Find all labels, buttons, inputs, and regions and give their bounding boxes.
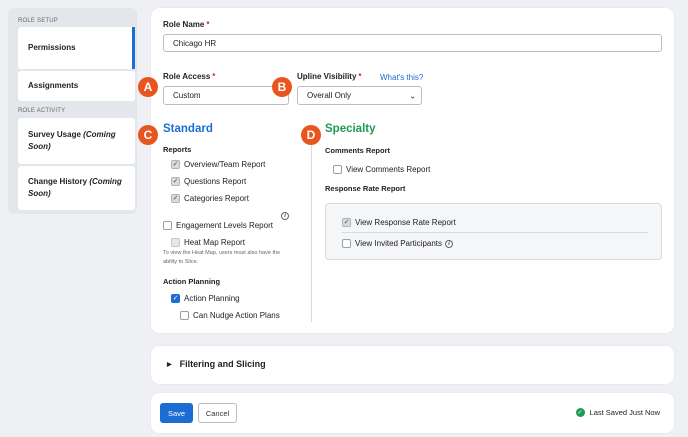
annotation-marker-a: A — [138, 77, 158, 97]
info-icon[interactable]: i — [281, 212, 289, 220]
categories-report-checkbox[interactable]: ✓ Categories Report — [171, 194, 249, 203]
view-response-rate-checkbox[interactable]: ✓ View Response Rate Report — [342, 218, 456, 227]
role-access-label: Role Access * — [163, 72, 216, 81]
save-status-text: Last Saved Just Now — [589, 408, 660, 417]
checkbox-label: Overview/Team Report — [184, 160, 266, 169]
questions-report-checkbox[interactable]: ✓ Questions Report — [171, 177, 246, 186]
cancel-button[interactable]: Cancel — [198, 403, 237, 423]
upline-visibility-label: Upline Visibility * — [297, 72, 362, 81]
checkbox-label: Questions Report — [184, 177, 247, 186]
info-icon[interactable]: i — [445, 239, 454, 248]
checkbox-unchecked-icon — [333, 165, 342, 174]
column-divider — [311, 132, 312, 322]
checkbox-checked-icon: ✓ — [342, 218, 351, 227]
heat-map-report-checkbox[interactable]: Heat Map Report — [171, 238, 245, 247]
annotation-marker-d: D — [301, 125, 321, 145]
checkbox-label: Action Planning — [184, 294, 240, 303]
footer-card: Save Cancel ✓ Last Saved Just Now — [151, 393, 674, 433]
annotation-marker-b: B — [272, 77, 292, 97]
sidebar-section-role-setup: ROLE SETUP — [18, 18, 59, 24]
response-rate-report-label: Response Rate Report — [325, 184, 406, 193]
checkbox-unchecked-icon — [342, 239, 351, 248]
overview-report-checkbox[interactable]: ✓ Overview/Team Report — [171, 160, 265, 169]
engagement-report-checkbox[interactable]: Engagement Levels Report — [163, 221, 273, 230]
action-planning-label: Action Planning — [163, 277, 221, 286]
active-indicator — [132, 27, 135, 69]
permissions-card: Role Name * Chicago HR Role Access * Custo… — [151, 8, 674, 333]
checkbox-disabled-icon — [171, 238, 180, 247]
save-button[interactable]: Save — [160, 403, 193, 423]
action-planning-checkbox[interactable]: ✓ Action Planning — [171, 294, 240, 303]
sidebar-item-assignments[interactable]: Assignments — [18, 71, 135, 101]
role-name-label: Role Name * — [163, 20, 210, 29]
checkbox-label: Engagement Levels Report — [176, 221, 273, 230]
sidebar-item-label: Change History (Coming Soon) — [28, 177, 122, 198]
role-name-input[interactable]: Chicago HR — [163, 34, 662, 52]
reports-label: Reports — [163, 145, 192, 154]
checkbox-label: Categories Report — [184, 194, 249, 203]
whats-this-link[interactable]: What's this? — [380, 73, 423, 82]
filtering-slicing-label: Filtering and Slicing — [179, 359, 266, 369]
sidebar-item-permissions[interactable]: Permissions — [18, 27, 135, 69]
panel-divider — [342, 232, 648, 233]
annotation-marker-c: C — [138, 125, 158, 145]
checkbox-checked-icon: ✓ — [171, 160, 180, 169]
comments-report-label: Comments Report — [325, 146, 391, 155]
chevron-down-icon: ⌄ — [409, 91, 416, 100]
checkbox-checked-icon: ✓ — [171, 194, 180, 203]
checkbox-label: Heat Map Report — [184, 238, 245, 247]
upline-visibility-value: Overall Only — [307, 91, 352, 100]
sidebar-item-change-history[interactable]: Change History (Coming Soon) — [18, 166, 135, 210]
filtering-slicing-card[interactable]: ▶ Filtering and Slicing — [151, 346, 674, 384]
role-access-input[interactable]: Custom — [163, 86, 289, 105]
sidebar-item-survey-usage[interactable]: Survey Usage (Coming Soon) — [18, 118, 135, 164]
role-sidebar: ROLE SETUP Permissions Assignments ROLE … — [8, 8, 137, 214]
response-rate-panel: ✓ View Response Rate Report View Invited … — [325, 203, 662, 260]
check-circle-icon: ✓ — [575, 408, 585, 417]
checkbox-checked-icon: ✓ — [171, 294, 180, 303]
checkbox-checked-icon: ✓ — [171, 177, 180, 186]
sidebar-item-label: Assignments — [28, 81, 79, 90]
sidebar-item-label: Survey Usage (Coming Soon) — [28, 130, 116, 151]
checkbox-unchecked-icon — [163, 221, 172, 230]
checkbox-label: View Invited Participants — [355, 239, 443, 248]
checkbox-unchecked-icon — [180, 311, 189, 320]
nudge-action-plans-checkbox[interactable]: Can Nudge Action Plans — [180, 311, 280, 320]
caret-right-icon: ▶ — [167, 361, 172, 368]
sidebar-section-role-activity: ROLE ACTIVITY — [18, 108, 66, 114]
view-comments-checkbox[interactable]: View Comments Report — [333, 165, 430, 174]
save-status: ✓ Last Saved Just Now — [575, 408, 660, 417]
standard-heading: Standard — [163, 123, 213, 135]
checkbox-label: View Comments Report — [346, 165, 431, 174]
heat-map-note: To view the Heat Map, users must also ha… — [163, 250, 281, 265]
upline-visibility-select[interactable]: Overall Only ⌄ — [297, 86, 422, 105]
sidebar-item-label: Permissions — [28, 43, 76, 52]
filtering-slicing-toggle[interactable]: ▶ Filtering and Slicing — [167, 359, 266, 369]
view-invited-participants-checkbox[interactable]: View Invited Participants i — [342, 239, 454, 248]
checkbox-label: Can Nudge Action Plans — [193, 311, 280, 320]
checkbox-label: View Response Rate Report — [355, 218, 456, 227]
specialty-heading: Specialty — [325, 123, 376, 135]
